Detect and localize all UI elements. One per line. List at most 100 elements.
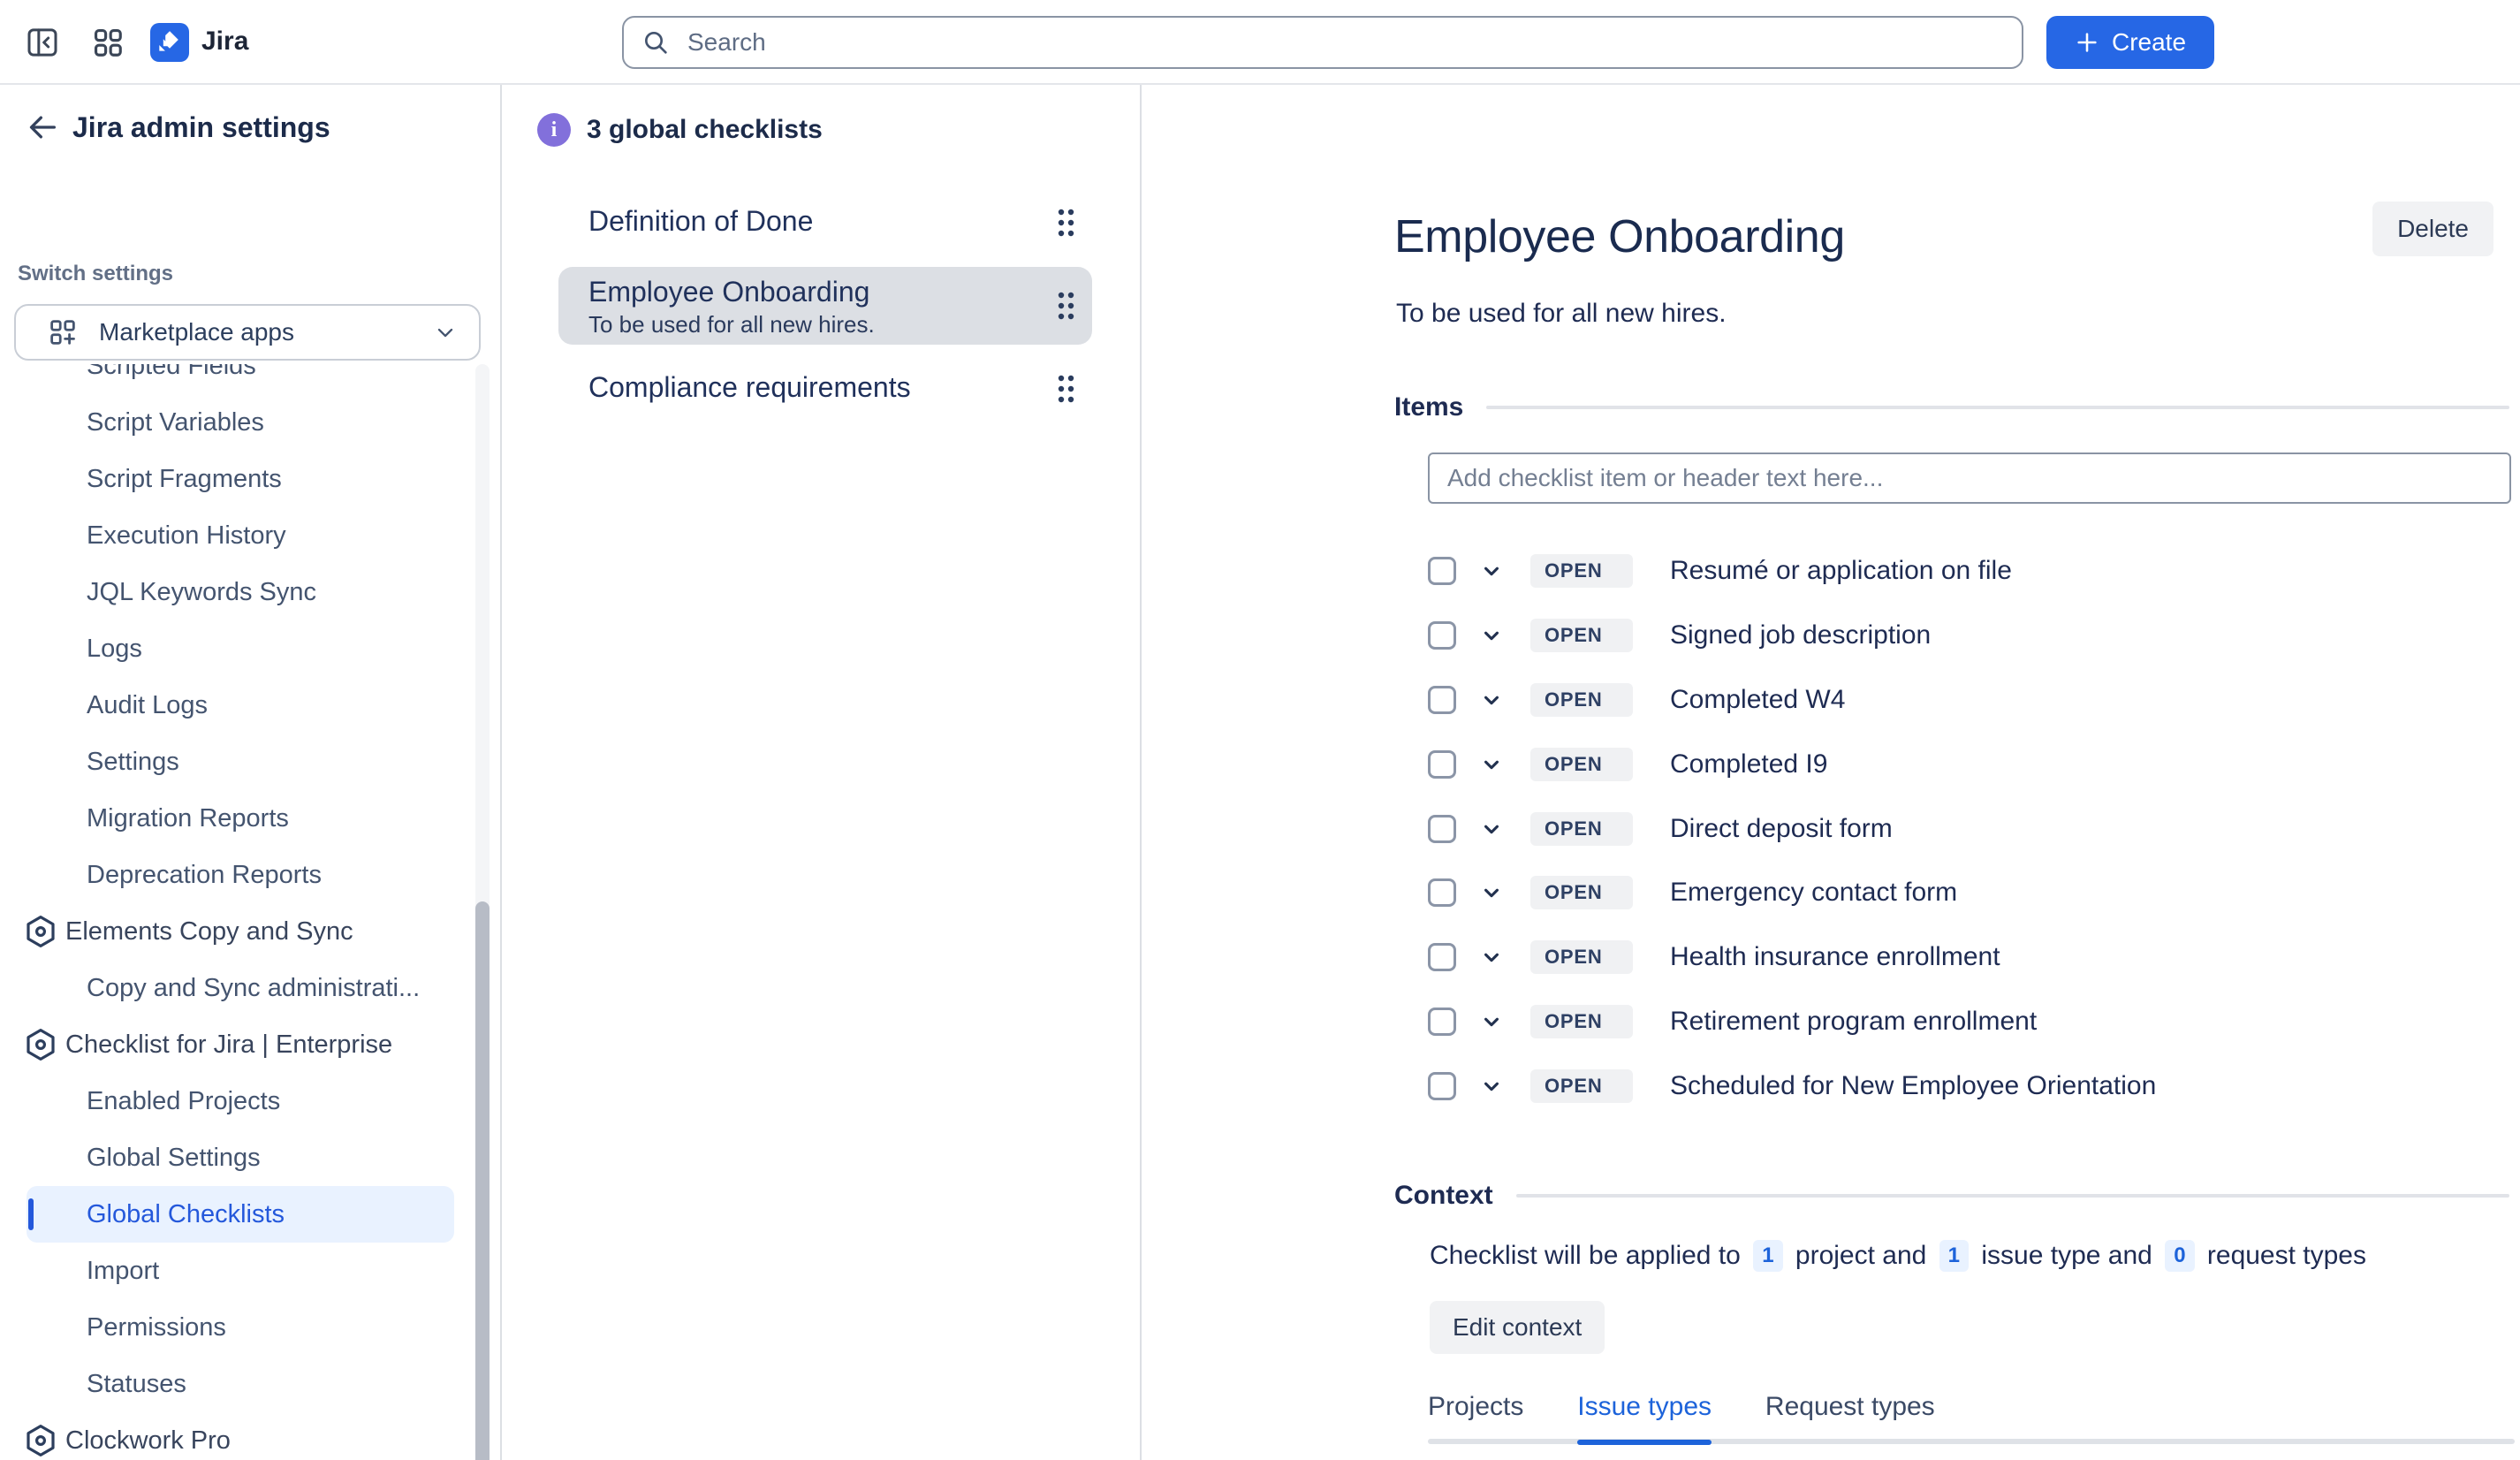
item-checkbox[interactable] [1428,943,1456,971]
app-hexagon-icon [23,1423,58,1458]
item-checkbox[interactable] [1428,686,1456,714]
chevron-down-icon[interactable] [1481,689,1502,711]
sidebar-item-elements-copy-and-sync[interactable]: Elements Copy and Sync [0,903,502,960]
drag-handle-icon[interactable] [1055,373,1076,405]
app-hexagon-icon [23,1027,58,1062]
sidebar-item-logs[interactable]: Logs [0,620,502,677]
sidebar-item-copy-and-sync-administration[interactable]: Copy and Sync administrati... [0,960,502,1016]
back-arrow-icon[interactable] [23,108,62,147]
global-checklists-panel: i 3 global checklists Definition of Done… [502,85,1142,1460]
item-checkbox[interactable] [1428,1072,1456,1100]
checklist-row-employee-onboarding[interactable]: Employee Onboarding To be used for all n… [558,267,1092,345]
item-checkbox[interactable] [1428,815,1456,843]
checklist-item-row[interactable]: OPEN Completed W4 [1428,668,2511,733]
chevron-down-icon[interactable] [1481,882,1502,903]
tab-issue-types[interactable]: Issue types [1577,1392,1712,1445]
item-label: Health insurance enrollment [1670,942,2000,972]
sidebar-item-settings[interactable]: Settings [0,734,502,790]
jira-admin-global-checklists-page: Jira Create Jira admin settings Switch s… [0,0,2520,1460]
item-label: Completed I9 [1670,749,1827,779]
sidebar-item-deprecation-reports[interactable]: Deprecation Reports [0,847,502,903]
issue-type-count-badge: 1 [1939,1240,1969,1272]
item-status-badge[interactable]: OPEN [1530,619,1633,652]
item-status-badge[interactable]: OPEN [1530,748,1633,781]
sidebar-item-global-checklists[interactable]: Global Checklists [27,1186,454,1243]
chevron-down-icon[interactable] [1481,754,1502,775]
chevron-down-icon[interactable] [1481,1076,1502,1097]
checklist-row-compliance-requirements[interactable]: Compliance requirements [558,350,1092,428]
item-label: Completed W4 [1670,685,1845,715]
tab-request-types[interactable]: Request types [1765,1392,1935,1445]
active-item-indicator [28,1198,34,1230]
checklist-list: Definition of Done Employee Onboarding T… [558,184,1092,433]
chevron-down-icon[interactable] [1481,947,1502,968]
items-section-header: Items [1394,392,2509,422]
project-count-badge: 1 [1753,1240,1782,1272]
app-name: Jira [201,27,248,57]
sidebar-item-execution-history[interactable]: Execution History [0,507,502,564]
section-divider [1486,406,2509,409]
tab-projects[interactable]: Projects [1428,1392,1523,1445]
item-checkbox[interactable] [1428,557,1456,585]
sidebar-item-import[interactable]: Import [0,1243,502,1299]
sidebar-nav-list: Scripted Fields Script Variables Script … [0,364,502,1460]
checklist-item-row[interactable]: OPEN Scheduled for New Employee Orientat… [1428,1053,2511,1118]
sidebar-item-enabled-projects[interactable]: Enabled Projects [0,1073,502,1129]
sidebar-item-jql-keywords-sync[interactable]: JQL Keywords Sync [0,564,502,620]
checklist-item-row[interactable]: OPEN Health insurance enrollment [1428,925,2511,990]
item-status-badge[interactable]: OPEN [1530,1005,1633,1038]
chevron-down-icon[interactable] [1481,625,1502,646]
sidebar-item-audit-logs[interactable]: Audit Logs [0,677,502,734]
edit-context-button[interactable]: Edit context [1430,1301,1605,1354]
settings-app-selector[interactable]: Marketplace apps [14,304,481,361]
add-checklist-item-input[interactable] [1428,452,2511,504]
drag-handle-icon[interactable] [1055,207,1076,239]
marketplace-apps-icon [48,317,78,347]
chevron-down-icon[interactable] [1481,1011,1502,1032]
context-section-header: Context [1394,1181,2509,1211]
sidebar-item-clockwork-pro[interactable]: Clockwork Pro [0,1412,502,1460]
global-search[interactable] [622,16,2023,69]
app-grid-icon[interactable] [88,23,127,62]
search-input[interactable] [684,27,2004,58]
item-status-badge[interactable]: OPEN [1530,876,1633,909]
sidebar-item-scripted-fields[interactable]: Scripted Fields [0,364,502,394]
item-status-badge[interactable]: OPEN [1530,1069,1633,1103]
sidebar-item-statuses[interactable]: Statuses [0,1356,502,1412]
jira-logo[interactable] [150,23,189,62]
context-tabs: Projects Issue types Request types [1428,1389,2515,1444]
drag-handle-icon[interactable] [1055,290,1076,322]
sidebar-item-permissions[interactable]: Permissions [0,1299,502,1356]
item-checkbox[interactable] [1428,1008,1456,1036]
item-status-badge[interactable]: OPEN [1530,812,1633,846]
item-checkbox[interactable] [1428,878,1456,907]
sidebar-item-checklist-for-jira-enterprise[interactable]: Checklist for Jira | Enterprise [0,1016,502,1073]
sidebar-title: Jira admin settings [72,111,330,144]
sidebar-scrollbar-thumb[interactable] [475,901,490,1460]
item-status-badge[interactable]: OPEN [1530,554,1633,588]
checklist-item-row[interactable]: OPEN Resumé or application on file [1428,539,2511,604]
sidebar-item-script-variables[interactable]: Script Variables [0,394,502,451]
sidebar-item-global-settings[interactable]: Global Settings [0,1129,502,1186]
item-status-badge[interactable]: OPEN [1530,940,1633,974]
sidebar-item-script-fragments[interactable]: Script Fragments [0,451,502,507]
checklist-item-row[interactable]: OPEN Direct deposit form [1428,796,2511,861]
delete-button[interactable]: Delete [2372,202,2493,256]
checklist-row-definition-of-done[interactable]: Definition of Done [558,184,1092,262]
chevron-down-icon[interactable] [1481,818,1502,840]
checklist-item-row[interactable]: OPEN Completed I9 [1428,732,2511,796]
sidebar-item-migration-reports[interactable]: Migration Reports [0,790,502,847]
checklist-item-row[interactable]: OPEN Retirement program enrollment [1428,990,2511,1054]
checklist-item-row[interactable]: OPEN Emergency contact form [1428,861,2511,925]
context-summary: Checklist will be applied to 1 project a… [1430,1241,2366,1274]
item-checkbox[interactable] [1428,621,1456,650]
checklist-description: To be used for all new hires. [1396,299,1727,329]
chevron-down-icon[interactable] [1481,560,1502,582]
item-status-badge[interactable]: OPEN [1530,683,1633,717]
item-checkbox[interactable] [1428,750,1456,779]
app-hexagon-icon [23,914,58,949]
create-button[interactable]: Create [2046,16,2214,69]
collapse-sidebar-icon[interactable] [23,23,62,62]
info-icon: i [537,113,571,147]
checklist-item-row[interactable]: OPEN Signed job description [1428,604,2511,668]
